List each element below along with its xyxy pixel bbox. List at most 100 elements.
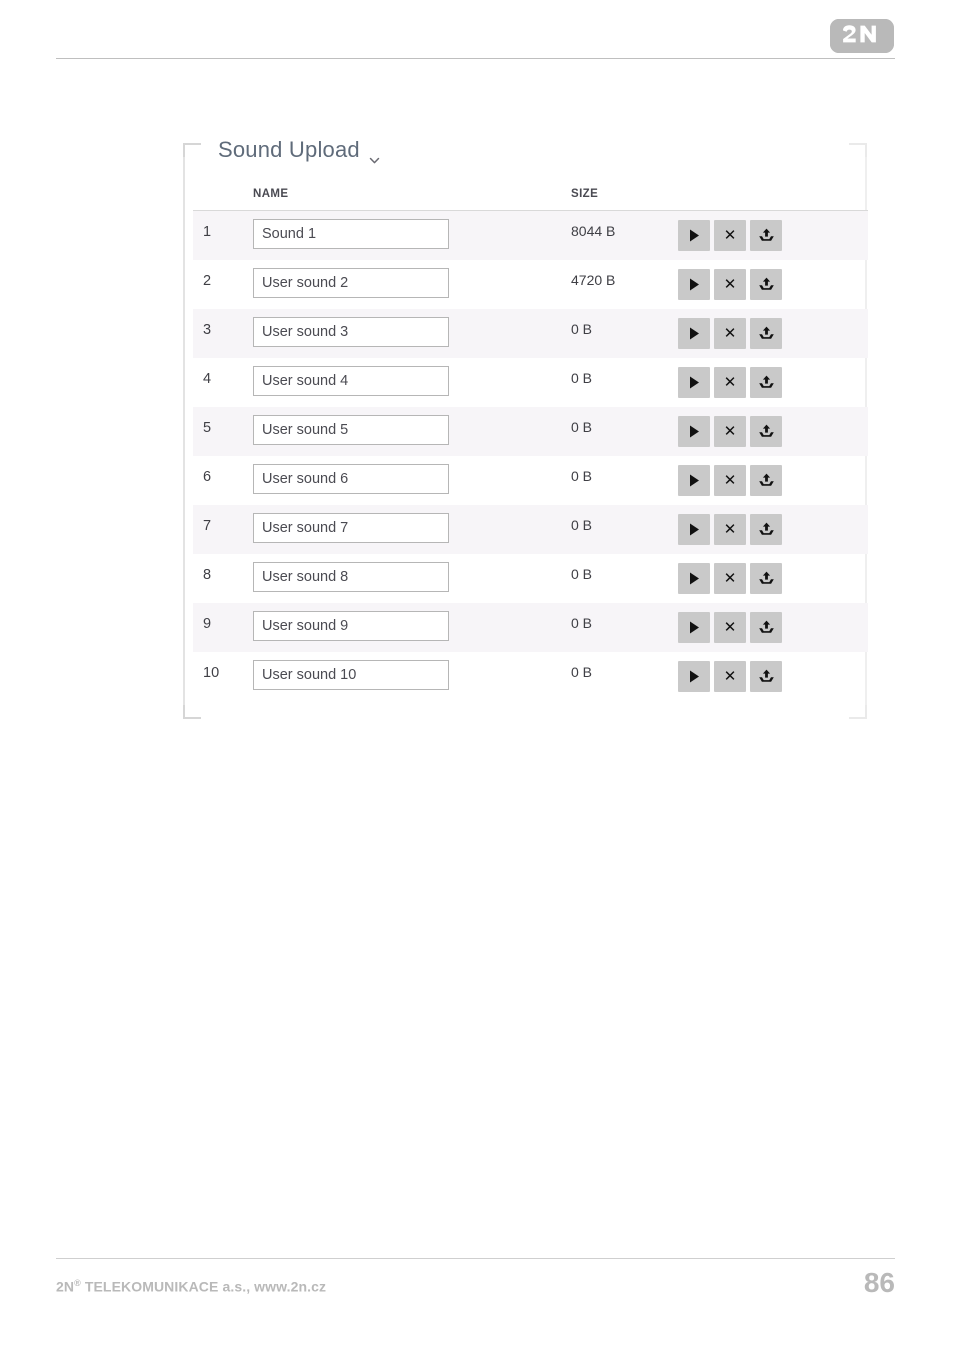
upload-button[interactable] xyxy=(750,661,782,692)
upload-button[interactable] xyxy=(750,220,782,251)
play-icon xyxy=(689,523,700,536)
sound-name-input[interactable] xyxy=(253,562,449,592)
row-name-cell xyxy=(253,415,449,445)
page-footer: 2N® TELEKOMUNIKACE a.s., www.2n.cz 86 xyxy=(0,1258,954,1328)
page-header xyxy=(0,0,954,62)
delete-button[interactable]: ✕ xyxy=(714,612,746,643)
play-icon xyxy=(689,229,700,242)
close-icon: ✕ xyxy=(723,667,737,685)
row-index: 6 xyxy=(203,469,212,485)
play-button[interactable] xyxy=(678,367,710,398)
chevron-down-icon[interactable] xyxy=(369,146,380,163)
play-button[interactable] xyxy=(678,612,710,643)
row-index: 7 xyxy=(203,518,212,534)
row-actions: ✕ xyxy=(678,220,782,251)
upload-icon xyxy=(758,669,775,685)
table-row: 3 0 B ✕ xyxy=(193,309,868,358)
sound-name-input[interactable] xyxy=(253,513,449,543)
row-index: 4 xyxy=(203,371,212,387)
upload-button[interactable] xyxy=(750,563,782,594)
row-size: 0 B xyxy=(571,566,593,582)
upload-icon xyxy=(758,473,775,489)
play-icon xyxy=(689,474,700,487)
delete-button[interactable]: ✕ xyxy=(714,416,746,447)
play-button[interactable] xyxy=(678,416,710,447)
row-actions: ✕ xyxy=(678,612,782,643)
row-actions: ✕ xyxy=(678,269,782,300)
upload-icon xyxy=(758,620,775,636)
row-name-cell xyxy=(253,562,449,592)
row-name-cell xyxy=(253,660,449,690)
upload-icon xyxy=(758,277,775,293)
panel-title-label: Sound Upload xyxy=(218,137,360,162)
row-index: 10 xyxy=(203,665,220,681)
play-button[interactable] xyxy=(678,220,710,251)
sound-name-input[interactable] xyxy=(253,219,449,249)
delete-button[interactable]: ✕ xyxy=(714,563,746,594)
delete-button[interactable]: ✕ xyxy=(714,514,746,545)
panel-title[interactable]: Sound Upload xyxy=(218,137,380,163)
upload-button[interactable] xyxy=(750,367,782,398)
sound-name-input[interactable] xyxy=(253,415,449,445)
upload-button[interactable] xyxy=(750,318,782,349)
close-icon: ✕ xyxy=(723,569,737,587)
play-button[interactable] xyxy=(678,318,710,349)
row-size: 0 B xyxy=(571,419,593,435)
row-size: 0 B xyxy=(571,664,593,680)
upload-icon xyxy=(758,228,775,244)
play-icon xyxy=(689,278,700,291)
header-divider xyxy=(56,58,895,59)
page-number: 86 xyxy=(863,1267,895,1298)
play-icon xyxy=(689,327,700,340)
row-name-cell xyxy=(253,464,449,494)
table-row: 5 0 B ✕ xyxy=(193,407,868,456)
upload-icon xyxy=(758,375,775,391)
close-icon: ✕ xyxy=(723,618,737,636)
row-actions: ✕ xyxy=(678,563,782,594)
sound-name-input[interactable] xyxy=(253,317,449,347)
row-size: 0 B xyxy=(571,468,593,484)
row-actions: ✕ xyxy=(678,367,782,398)
sound-upload-panel: Sound Upload NAME SIZE 18044 B✕24720 B✕3… xyxy=(183,137,868,719)
footer-company-rest: TELEKOMUNIKACE a.s., www.2n.cz xyxy=(80,1278,327,1295)
delete-button[interactable]: ✕ xyxy=(714,318,746,349)
delete-button[interactable]: ✕ xyxy=(714,269,746,300)
footer-company-text: 2N® TELEKOMUNIKACE a.s., www.2n.cz xyxy=(56,1278,326,1295)
sound-name-input[interactable] xyxy=(253,268,449,298)
close-icon: ✕ xyxy=(723,373,737,391)
delete-button[interactable]: ✕ xyxy=(714,367,746,398)
upload-button[interactable] xyxy=(750,612,782,643)
row-actions: ✕ xyxy=(678,514,782,545)
row-index: 3 xyxy=(203,322,212,338)
delete-button[interactable]: ✕ xyxy=(714,661,746,692)
upload-button[interactable] xyxy=(750,465,782,496)
row-size: 0 B xyxy=(571,370,593,386)
table-row: 6 0 B ✕ xyxy=(193,456,868,505)
sound-name-input[interactable] xyxy=(253,464,449,494)
row-name-cell xyxy=(253,268,449,298)
play-button[interactable] xyxy=(678,661,710,692)
row-name-cell xyxy=(253,611,449,641)
delete-button[interactable]: ✕ xyxy=(714,465,746,496)
play-button[interactable] xyxy=(678,514,710,545)
table-row: 8 0 B ✕ xyxy=(193,554,868,603)
table-row: 9 0 B ✕ xyxy=(193,603,868,652)
row-name-cell xyxy=(253,366,449,396)
delete-button[interactable]: ✕ xyxy=(714,220,746,251)
upload-button[interactable] xyxy=(750,269,782,300)
table-body: 1 8044 B ✕ 2 4720 B ✕ 3 0 B ✕ 4 0 B ✕ 5 0 B ✕ 6 0 B ✕ 7 0 B… xyxy=(193,210,868,701)
row-name-cell xyxy=(253,317,449,347)
table-row: 2 4720 B ✕ xyxy=(193,260,868,309)
row-index: 8 xyxy=(203,567,212,583)
row-size: 0 B xyxy=(571,321,593,337)
upload-button[interactable] xyxy=(750,514,782,545)
upload-button[interactable] xyxy=(750,416,782,447)
row-size: 0 B xyxy=(571,517,593,533)
close-icon: ✕ xyxy=(723,471,737,489)
sound-name-input[interactable] xyxy=(253,366,449,396)
play-button[interactable] xyxy=(678,269,710,300)
play-button[interactable] xyxy=(678,465,710,496)
play-button[interactable] xyxy=(678,563,710,594)
sound-name-input[interactable] xyxy=(253,660,449,690)
sound-name-input[interactable] xyxy=(253,611,449,641)
